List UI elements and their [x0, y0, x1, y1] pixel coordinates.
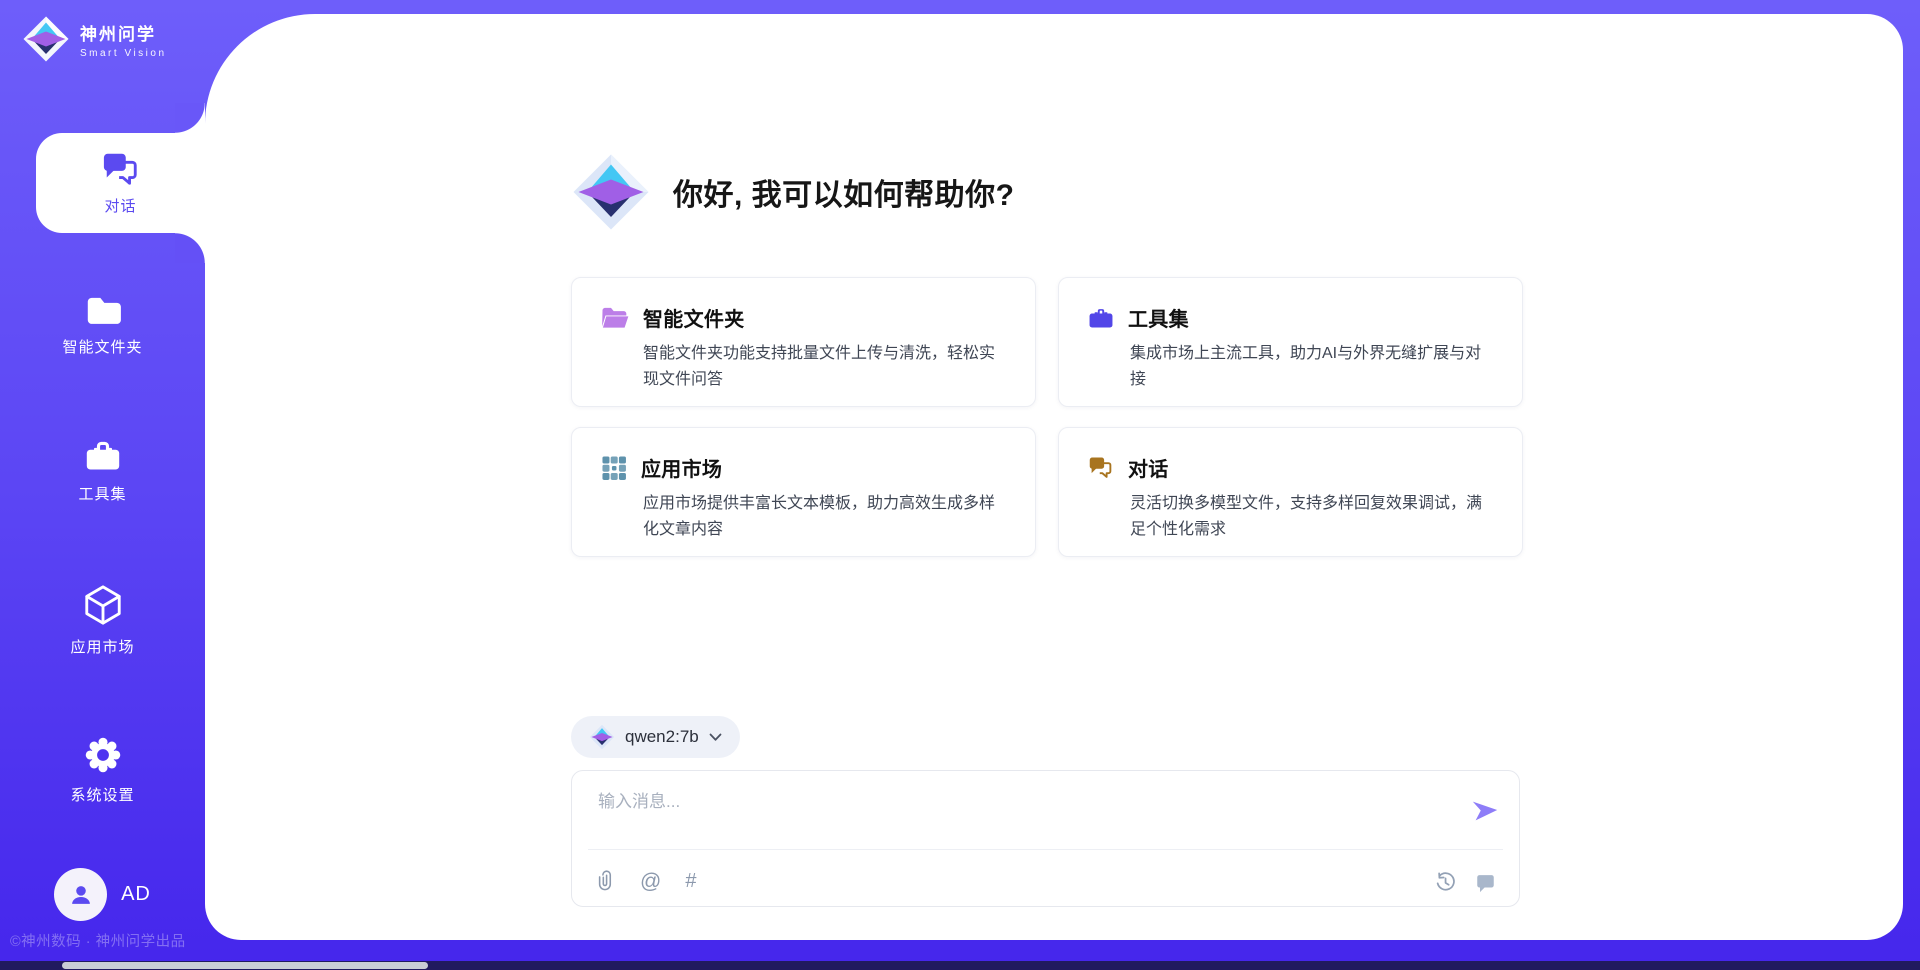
card-description: 智能文件夹功能支持批量文件上传与清洗，轻松实现文件问答 — [643, 341, 1007, 392]
sidebar-item-label: 对话 — [104, 195, 136, 216]
open-folder-icon — [600, 305, 630, 331]
sidebar-item-chat[interactable]: 对话 — [36, 133, 205, 233]
message-input[interactable] — [598, 787, 1428, 839]
card-title: 应用市场 — [641, 453, 722, 482]
attachment-button[interactable] — [598, 869, 616, 893]
hashtag-button[interactable]: # — [685, 871, 696, 891]
card-title: 对话 — [1128, 453, 1169, 482]
sidebar-item-label: 智能文件夹 — [62, 336, 142, 357]
history-button[interactable] — [1434, 871, 1456, 893]
tab-fillet-top — [175, 103, 205, 133]
sidebar-item-app-market[interactable]: 应用市场 — [0, 583, 205, 657]
message-button[interactable] — [1474, 871, 1497, 893]
history-icon — [1434, 871, 1456, 893]
gem-logo-icon — [22, 15, 70, 63]
sidebar-item-label: 应用市场 — [70, 636, 134, 657]
toolbox-icon — [1087, 305, 1115, 331]
card-smart-folder[interactable]: 智能文件夹 智能文件夹功能支持批量文件上传与清洗，轻松实现文件问答 — [571, 277, 1036, 407]
copyright-text: ©神州数码 · 神州问学出品 — [10, 930, 186, 951]
model-name: qwen2:7b — [625, 727, 699, 747]
avatar — [54, 868, 107, 921]
main-panel: 你好, 我可以如何帮助你? 智能文件夹 智能文件夹功能支持批量文件上传与清洗，轻… — [205, 14, 1903, 940]
chevron-down-icon — [709, 733, 722, 742]
sidebar-item-smart-folder[interactable]: 智能文件夹 — [0, 293, 205, 357]
message-icon — [1474, 871, 1497, 893]
card-app-market[interactable]: 应用市场 应用市场提供丰富长文本模板，助力高效生成多样化文章内容 — [571, 427, 1036, 557]
cube-icon — [82, 583, 124, 627]
chat-bubbles-icon — [100, 150, 142, 188]
composer-divider — [588, 849, 1503, 850]
mention-button[interactable]: @ — [640, 871, 661, 892]
toolbox-icon — [83, 438, 123, 474]
sidebar-item-toolset[interactable]: 工具集 — [0, 438, 205, 504]
card-description: 灵活切换多模型文件，支持多样回复效果调试，满足个性化需求 — [1130, 491, 1494, 542]
card-chat[interactable]: 对话 灵活切换多模型文件，支持多样回复效果调试，满足个性化需求 — [1058, 427, 1523, 557]
feature-cards: 智能文件夹 智能文件夹功能支持批量文件上传与清洗，轻松实现文件问答 工具集 集成… — [571, 277, 1523, 557]
sidebar: 神州问学 Smart Vision 对话 智能文件夹 工具集 — [0, 0, 205, 970]
gem-logo-icon — [571, 152, 651, 232]
browser-bottom-bar — [0, 961, 1920, 970]
app-subtitle: Smart Vision — [80, 48, 167, 59]
user-profile[interactable]: AD — [0, 868, 205, 921]
person-icon — [66, 880, 96, 910]
sidebar-item-settings[interactable]: 系统设置 — [0, 735, 205, 805]
attachment-icon — [598, 869, 616, 893]
card-toolset[interactable]: 工具集 集成市场上主流工具，助力AI与外界无缝扩展与对接 — [1058, 277, 1523, 407]
user-name: AD — [121, 883, 151, 906]
gem-logo-icon — [589, 724, 615, 750]
send-icon — [1470, 795, 1500, 825]
folder-icon — [83, 293, 123, 327]
tab-fillet-bottom — [175, 233, 205, 263]
app-title: 神州问学 — [80, 20, 167, 45]
app-grid-icon — [600, 454, 628, 482]
card-title: 工具集 — [1128, 303, 1189, 332]
gear-icon — [83, 735, 123, 775]
sidebar-item-label: 工具集 — [78, 483, 126, 504]
card-title: 智能文件夹 — [643, 303, 745, 332]
greeting-title: 你好, 我可以如何帮助你? — [673, 170, 1015, 214]
model-selector[interactable]: qwen2:7b — [571, 716, 740, 758]
message-composer: @ # — [571, 770, 1520, 907]
sidebar-item-label: 系统设置 — [70, 784, 134, 805]
card-description: 集成市场上主流工具，助力AI与外界无缝扩展与对接 — [1130, 341, 1494, 392]
composer-left-tools: @ # — [598, 869, 696, 893]
app-logo: 神州问学 Smart Vision — [22, 15, 167, 63]
composer-right-tools — [1434, 871, 1497, 893]
horizontal-scrollbar[interactable] — [62, 962, 428, 969]
card-description: 应用市场提供丰富长文本模板，助力高效生成多样化文章内容 — [643, 491, 1007, 542]
send-button[interactable] — [1469, 795, 1501, 827]
greeting: 你好, 我可以如何帮助你? — [571, 152, 1015, 232]
chat-bubbles-icon — [1087, 455, 1115, 480]
